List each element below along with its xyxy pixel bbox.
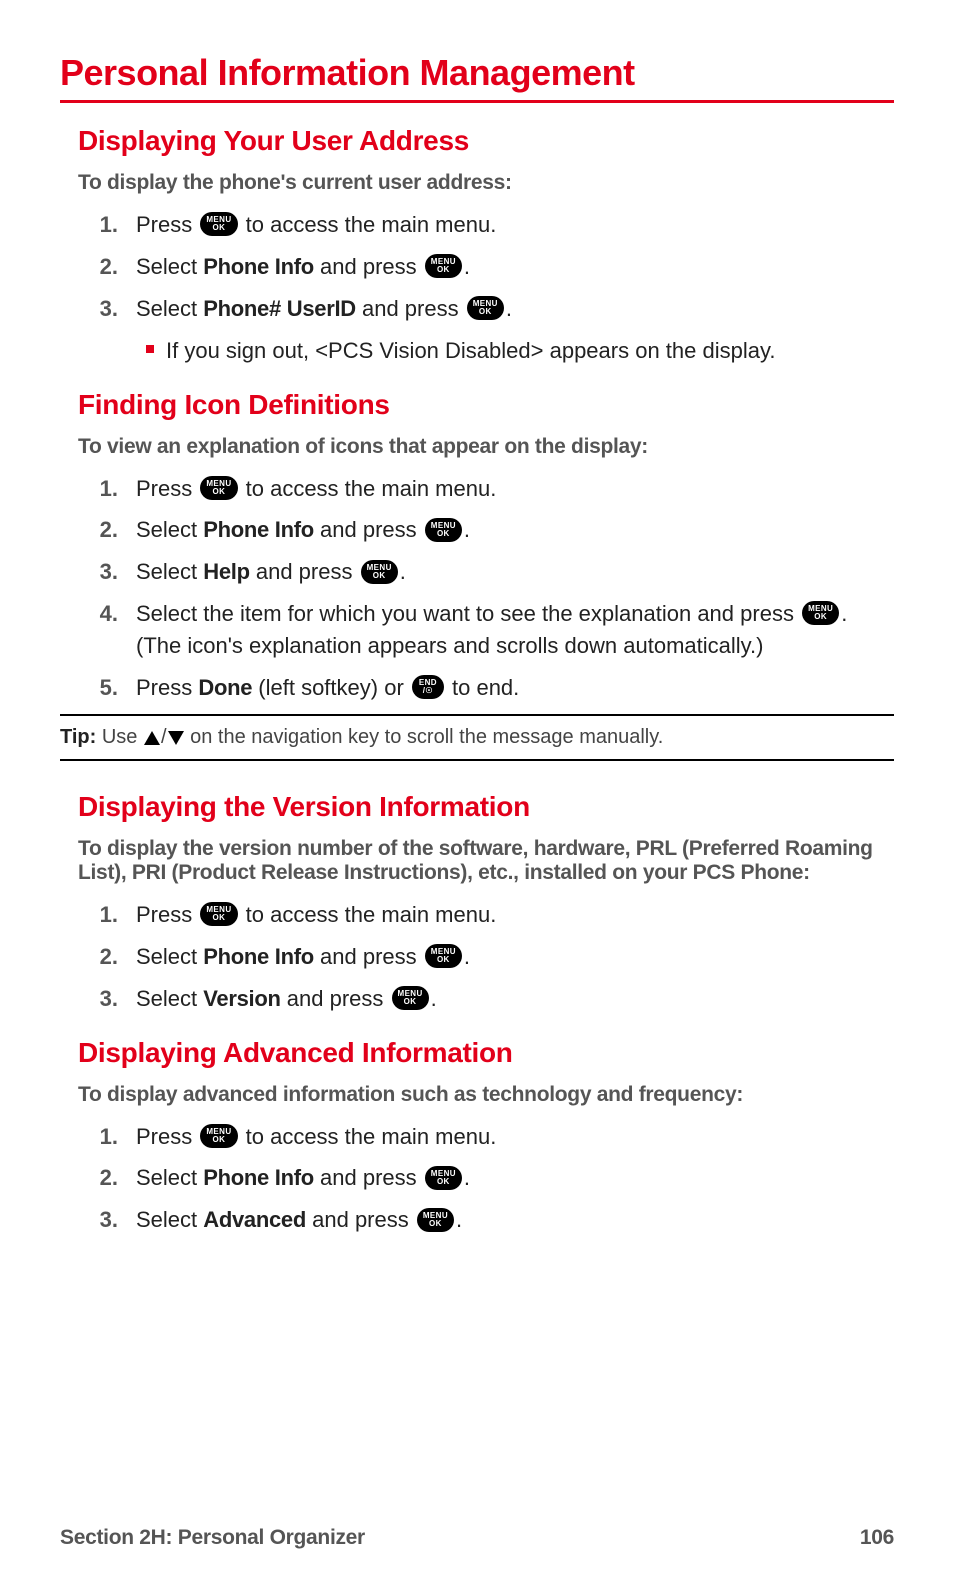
step-bold-term: Phone Info [203,944,314,969]
step-body: Press MENUOK to access the main menu. [136,899,894,931]
menu-ok-key-icon: MENUOK [467,296,504,320]
step-body: Select Advanced and press MENUOK. [136,1204,894,1236]
footer-section: Section 2H: Personal Organizer [60,1526,365,1550]
list-item: 1.Press MENUOK to access the main menu. [78,899,894,931]
section-intro: To display the version number of the sof… [78,837,894,885]
list-item: 2.Select Phone Info and press MENUOK. [78,941,894,973]
triangle-down-icon [168,731,184,745]
step-body: Press MENUOK to access the main menu. [136,473,894,505]
step-number: 3. [78,556,136,588]
step-number: 1. [78,473,136,505]
step-body: Select the item for which you want to se… [136,598,894,662]
menu-ok-key-icon: MENUOK [425,944,462,968]
step-number: 3. [78,983,136,1015]
tip-box: Tip: Use / on the navigation key to scro… [60,714,894,761]
list-item: 2.Select Phone Info and press MENUOK. [78,251,894,283]
step-bold-term: Phone Info [203,254,314,279]
menu-ok-key-icon: MENUOK [802,601,839,625]
section-title: Finding Icon Definitions [78,389,894,421]
menu-ok-key-icon: MENUOK [417,1208,454,1232]
step-bold-term: Phone Info [203,517,314,542]
step-bold-term: Help [203,559,249,584]
step-body: Select Version and press MENUOK. [136,983,894,1015]
sub-bullet-text: If you sign out, <PCS Vision Disabled> a… [166,335,775,367]
step-body: Select Phone Info and press MENUOK. [136,941,894,973]
step-number: 2. [78,514,136,546]
step-body: Press MENUOK to access the main menu. [136,209,894,241]
step-number: 1. [78,899,136,931]
list-item: 2.Select Phone Info and press MENUOK. [78,514,894,546]
step-bold-term: Advanced [203,1207,306,1232]
step-number: 1. [78,1121,136,1153]
section-title: Displaying Your User Address [78,125,894,157]
step-body: Select Phone Info and press MENUOK. [136,251,894,283]
page-title: Personal Information Management [60,52,894,103]
list-item: 4.Select the item for which you want to … [78,598,894,662]
step-body: Select Phone# UserID and press MENUOK. [136,293,894,325]
step-list: 1.Press MENUOK to access the main menu.2… [78,899,894,1015]
section-title: Displaying Advanced Information [78,1037,894,1069]
menu-ok-key-icon: MENUOK [200,902,237,926]
section-intro: To display advanced information such as … [78,1083,894,1107]
list-item: 3.Select Version and press MENUOK. [78,983,894,1015]
menu-ok-key-icon: MENUOK [361,560,398,584]
list-item: 5.Press Done (left softkey) or END/☉ to … [78,672,894,704]
menu-ok-key-icon: MENUOK [200,1124,237,1148]
list-item: 2.Select Phone Info and press MENUOK. [78,1162,894,1194]
step-list: 1.Press MENUOK to access the main menu.2… [78,209,894,325]
section-intro: To view an explanation of icons that app… [78,435,894,459]
step-bold-term: Phone# UserID [203,296,356,321]
section-intro: To display the phone's current user addr… [78,171,894,195]
footer-page-number: 106 [860,1526,894,1550]
step-body: Select Help and press MENUOK. [136,556,894,588]
step-number: 3. [78,1204,136,1236]
step-body: Select Phone Info and press MENUOK. [136,1162,894,1194]
step-list: 1.Press MENUOK to access the main menu.2… [78,473,894,704]
step-body: Select Phone Info and press MENUOK. [136,514,894,546]
step-number: 1. [78,209,136,241]
step-number: 2. [78,941,136,973]
list-item: 1.Press MENUOK to access the main menu. [78,209,894,241]
list-item: 3.Select Advanced and press MENUOK. [78,1204,894,1236]
step-body: Press MENUOK to access the main menu. [136,1121,894,1153]
menu-ok-key-icon: MENUOK [200,476,237,500]
list-item: 1.Press MENUOK to access the main menu. [78,473,894,505]
end-key-icon: END/☉ [412,675,444,699]
step-list: 1.Press MENUOK to access the main menu.2… [78,1121,894,1237]
sub-bullet: If you sign out, <PCS Vision Disabled> a… [146,335,894,367]
step-number: 5. [78,672,136,704]
menu-ok-key-icon: MENUOK [425,254,462,278]
step-number: 3. [78,293,136,325]
list-item: 3.Select Phone# UserID and press MENUOK. [78,293,894,325]
step-bold-term: Version [203,986,280,1011]
tip-label: Tip: [60,726,96,748]
step-body: Press Done (left softkey) or END/☉ to en… [136,672,894,704]
bullet-square-icon [146,345,154,353]
step-number: 2. [78,1162,136,1194]
menu-ok-key-icon: MENUOK [200,212,237,236]
section-title: Displaying the Version Information [78,791,894,823]
step-number: 2. [78,251,136,283]
list-item: 3.Select Help and press MENUOK. [78,556,894,588]
step-bold-term: Phone Info [203,1165,314,1190]
step-bold-term: Done [198,675,252,700]
menu-ok-key-icon: MENUOK [425,1166,462,1190]
menu-ok-key-icon: MENUOK [425,518,462,542]
step-number: 4. [78,598,136,630]
triangle-up-icon [144,731,160,745]
list-item: 1.Press MENUOK to access the main menu. [78,1121,894,1153]
menu-ok-key-icon: MENUOK [392,986,429,1010]
page-footer: Section 2H: Personal Organizer 106 [60,1526,894,1550]
